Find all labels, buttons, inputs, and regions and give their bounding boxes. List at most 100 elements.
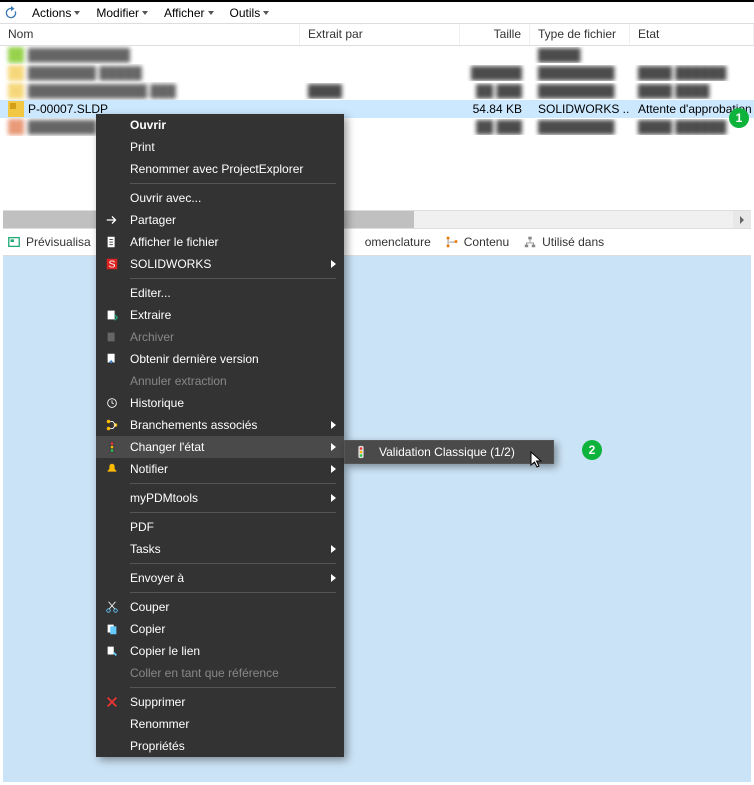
chevron-down-icon — [74, 11, 80, 15]
cm-label: Notifier — [130, 462, 168, 476]
menu-outils[interactable]: Outils — [224, 4, 276, 22]
table-row[interactable]: ████████ █████ ██████ █████████ ████ ███… — [0, 64, 754, 82]
bell-icon — [104, 461, 120, 477]
cm-label: Annuler extraction — [130, 374, 227, 388]
cm-print[interactable]: Print — [96, 136, 344, 158]
cm-tasks[interactable]: Tasks — [96, 538, 344, 560]
separator — [130, 563, 336, 564]
cm-solidworks[interactable]: S SOLIDWORKS — [96, 253, 344, 275]
cm-obtenir[interactable]: Obtenir dernière version — [96, 348, 344, 370]
context-menu: Ouvrir Print Renommer avec ProjectExplor… — [96, 114, 344, 757]
cm-label: Couper — [130, 600, 169, 614]
cell: 54.84 KB — [460, 101, 530, 117]
cm-supprimer[interactable]: Supprimer — [96, 691, 344, 713]
cm-label: Branchements associés — [130, 418, 257, 432]
separator — [130, 278, 336, 279]
col-header-extrait[interactable]: Extrait par — [300, 24, 460, 45]
file-icon — [8, 119, 24, 135]
cm-label: Supprimer — [130, 695, 185, 709]
cm-renommer[interactable]: Renommer — [96, 713, 344, 735]
separator — [130, 592, 336, 593]
menu-modifier[interactable]: Modifier — [90, 4, 154, 22]
cm-copier[interactable]: Copier — [96, 618, 344, 640]
submenu-validation-classique[interactable]: Validation Classique (1/2) — [345, 441, 553, 463]
history-icon — [104, 395, 120, 411]
cm-extraire[interactable]: Extraire — [96, 304, 344, 326]
cm-label: Renommer avec ProjectExplorer — [130, 162, 303, 176]
cm-label: Archiver — [130, 330, 174, 344]
callout-badge-2: 2 — [582, 440, 602, 460]
cm-label: Ouvrir avec... — [130, 191, 201, 205]
tree-icon — [445, 235, 459, 249]
cm-label: PDF — [130, 520, 154, 534]
tab-utilise-dans[interactable]: Utilisé dans — [523, 235, 604, 249]
cm-mypdmtools[interactable]: myPDMtools — [96, 487, 344, 509]
cm-copier-lien[interactable]: Copier le lien — [96, 640, 344, 662]
chevron-right-icon — [331, 574, 336, 582]
get-version-icon — [104, 351, 120, 367]
table-row[interactable]: ██████████████.███ ████ ██ ███ █████████… — [0, 82, 754, 100]
col-header-type[interactable]: Type de fichier — [530, 24, 630, 45]
menu-actions[interactable]: Actions — [26, 4, 86, 22]
tab-contenu[interactable]: Contenu — [445, 235, 509, 249]
scrollbar-arrow-right[interactable] — [733, 211, 751, 228]
cm-ouvrir[interactable]: Ouvrir — [96, 114, 344, 136]
cm-editer[interactable]: Editer... — [96, 282, 344, 304]
cm-ouvrir-avec[interactable]: Ouvrir avec... — [96, 187, 344, 209]
refresh-icon[interactable] — [4, 6, 18, 20]
cm-label: Envoyer à — [130, 571, 184, 585]
cm-label: Copier — [130, 622, 165, 636]
cm-label: Historique — [130, 396, 184, 410]
cm-changer-etat[interactable]: Changer l'état — [96, 436, 344, 458]
cm-proprietes[interactable]: Propriétés — [96, 735, 344, 757]
cm-historique[interactable]: Historique — [96, 392, 344, 414]
chevron-right-icon — [331, 443, 336, 451]
col-header-name[interactable]: Nom — [0, 24, 300, 45]
solidworks-file-icon — [8, 101, 24, 117]
grid-header: Nom Extrait par Taille Type de fichier E… — [0, 24, 754, 46]
chevron-down-icon — [208, 11, 214, 15]
cm-notifier[interactable]: Notifier — [96, 458, 344, 480]
chevron-right-icon — [331, 421, 336, 429]
cm-pdf[interactable]: PDF — [96, 516, 344, 538]
chevron-right-icon — [331, 545, 336, 553]
submenu-changer-etat: Validation Classique (1/2) — [344, 440, 554, 464]
cut-icon — [104, 599, 120, 615]
cm-partager[interactable]: Partager — [96, 209, 344, 231]
chevron-down-icon — [263, 11, 269, 15]
tab-nomenclature[interactable]: omenclature — [365, 235, 431, 249]
checkout-icon — [104, 307, 120, 323]
cm-renommer-pe[interactable]: Renommer avec ProjectExplorer — [96, 158, 344, 180]
file-icon — [8, 83, 24, 99]
solidworks-icon: S — [104, 256, 120, 272]
copy-icon — [104, 621, 120, 637]
col-header-taille[interactable]: Taille — [460, 24, 530, 45]
menu-label: Modifier — [96, 6, 139, 20]
cm-annuler: Annuler extraction — [96, 370, 344, 392]
folder-icon — [8, 47, 24, 63]
cm-coller-ref: Coller en tant que référence — [96, 662, 344, 684]
cm-label: Partager — [130, 213, 176, 227]
tab-previsualisation[interactable]: Prévisualisa — [7, 235, 91, 249]
submenu-label: Validation Classique (1/2) — [379, 445, 515, 459]
cm-label: SOLIDWORKS — [130, 257, 211, 271]
cm-branchements[interactable]: Branchements associés — [96, 414, 344, 436]
cm-label: Obtenir dernière version — [130, 352, 259, 366]
tab-label: Prévisualisa — [26, 235, 91, 249]
svg-text:S: S — [108, 259, 115, 271]
cm-envoyer[interactable]: Envoyer à — [96, 567, 344, 589]
chevron-down-icon — [142, 11, 148, 15]
checkin-icon — [104, 329, 120, 345]
delete-icon — [104, 694, 120, 710]
cm-label: Propriétés — [130, 739, 185, 753]
table-row[interactable]: ████████████ █████ — [0, 46, 754, 64]
menu-afficher[interactable]: Afficher — [158, 4, 219, 22]
cell — [300, 108, 460, 110]
cm-afficher-fichier[interactable]: Afficher le fichier — [96, 231, 344, 253]
cm-label: Changer l'état — [130, 440, 204, 454]
cm-label: Afficher le fichier — [130, 235, 218, 249]
col-header-etat[interactable]: Etat — [630, 24, 754, 45]
cm-couper[interactable]: Couper — [96, 596, 344, 618]
separator — [130, 483, 336, 484]
menu-label: Afficher — [164, 6, 204, 20]
